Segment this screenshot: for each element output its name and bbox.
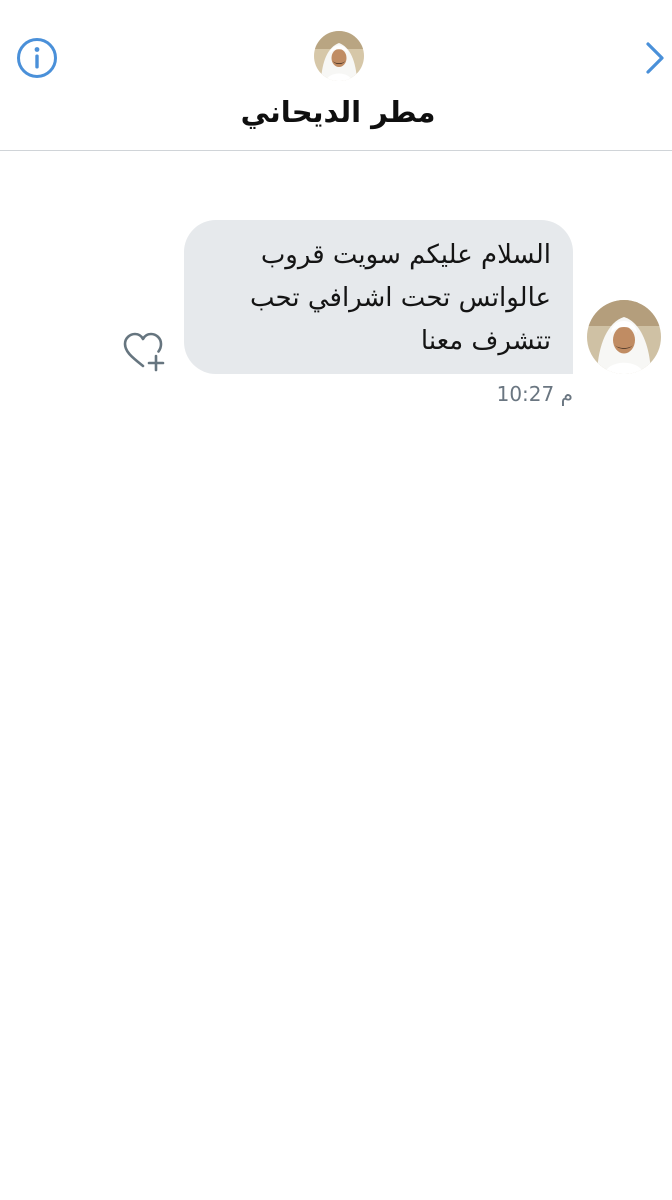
message-text: السلام عليكم سويت قروب عالواتس تحت اشراف… xyxy=(250,240,551,356)
info-icon xyxy=(17,38,57,78)
info-button[interactable] xyxy=(15,36,59,80)
contact-avatar[interactable] xyxy=(314,31,364,81)
message-timestamp: 10:27 م xyxy=(496,382,573,406)
chevron-right-icon xyxy=(646,42,664,74)
like-button[interactable] xyxy=(120,330,168,374)
message-row: السلام عليكم سويت قروب عالواتس تحت اشراف… xyxy=(0,220,672,420)
sender-avatar[interactable] xyxy=(587,300,661,374)
avatar-image xyxy=(314,31,364,81)
message-bubble[interactable]: السلام عليكم سويت قروب عالواتس تحت اشراف… xyxy=(184,220,573,374)
back-button[interactable] xyxy=(640,36,670,80)
contact-name[interactable]: مطر الديحاني xyxy=(0,95,672,129)
avatar-image xyxy=(587,300,661,374)
heart-plus-icon xyxy=(123,332,165,372)
conversation-header: مطر الديحاني xyxy=(0,0,672,151)
